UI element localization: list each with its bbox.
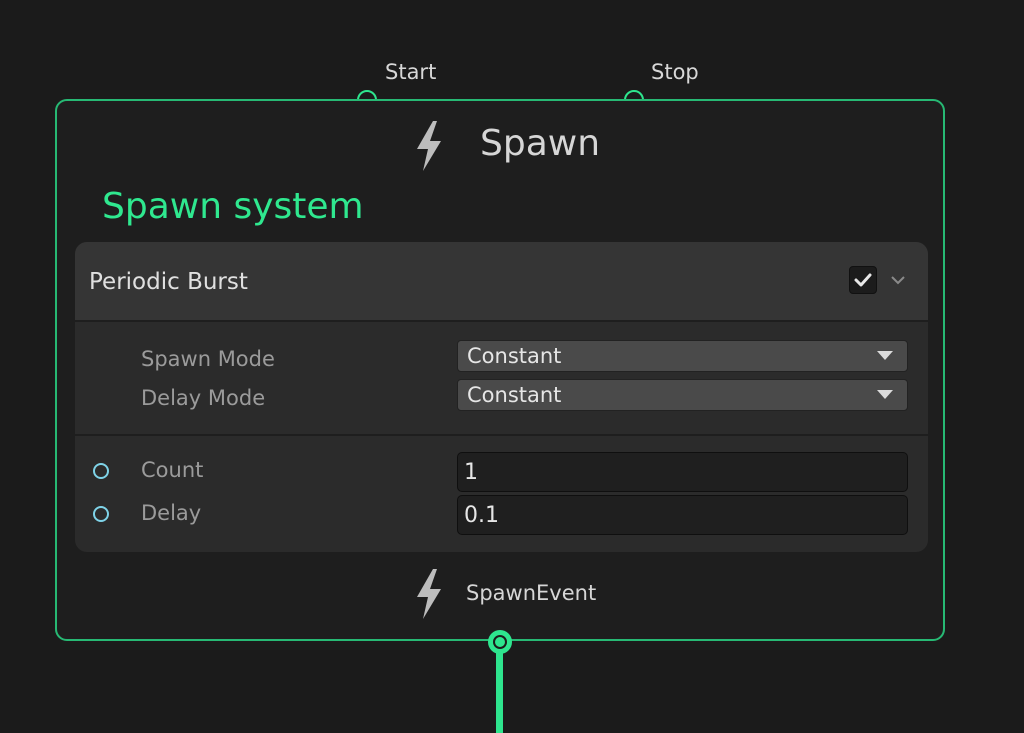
count-input-port[interactable] <box>93 463 109 479</box>
delay-input-port[interactable] <box>93 506 109 522</box>
block-title: Periodic Burst <box>89 269 248 295</box>
spawn-event-label: SpawnEvent <box>466 581 597 605</box>
spawn-mode-value: Constant <box>467 344 562 368</box>
delay-mode-dropdown[interactable]: Constant <box>457 379 908 411</box>
chevron-down-icon[interactable] <box>890 274 906 286</box>
spawn-node[interactable]: Spawn Spawn system Periodic Burst Spawn … <box>55 99 945 641</box>
delay-value: 0.1 <box>464 503 499 528</box>
delay-mode-value: Constant <box>467 383 562 407</box>
lightning-icon <box>417 121 441 171</box>
spawn-mode-dropdown[interactable]: Constant <box>457 340 908 372</box>
dropdown-arrow-icon <box>877 390 893 399</box>
block-settings: Spawn Mode Constant Delay Mode Constant <box>75 322 928 436</box>
lightning-icon <box>417 569 441 619</box>
delay-label: Delay <box>141 501 202 525</box>
context-label: Spawn system <box>102 186 364 227</box>
spawn-mode-label: Spawn Mode <box>141 347 275 371</box>
delay-field[interactable]: 0.1 <box>457 495 908 535</box>
stop-port-label: Stop <box>651 60 699 84</box>
count-field[interactable]: 1 <box>457 452 908 492</box>
port-ring <box>493 635 507 649</box>
count-value: 1 <box>464 460 478 485</box>
output-wire[interactable] <box>496 650 503 733</box>
node-title: Spawn <box>480 123 601 164</box>
count-label: Count <box>141 458 204 482</box>
start-port-label: Start <box>385 60 437 84</box>
checkmark-icon <box>854 273 872 287</box>
dropdown-arrow-icon <box>877 351 893 360</box>
delay-mode-label: Delay Mode <box>141 386 266 410</box>
spawn-event-output-port[interactable] <box>488 630 512 654</box>
periodic-burst-block[interactable]: Periodic Burst Spawn Mode Constant Delay… <box>75 242 928 552</box>
block-header[interactable]: Periodic Burst <box>75 242 928 322</box>
block-enabled-checkbox[interactable] <box>849 266 877 294</box>
